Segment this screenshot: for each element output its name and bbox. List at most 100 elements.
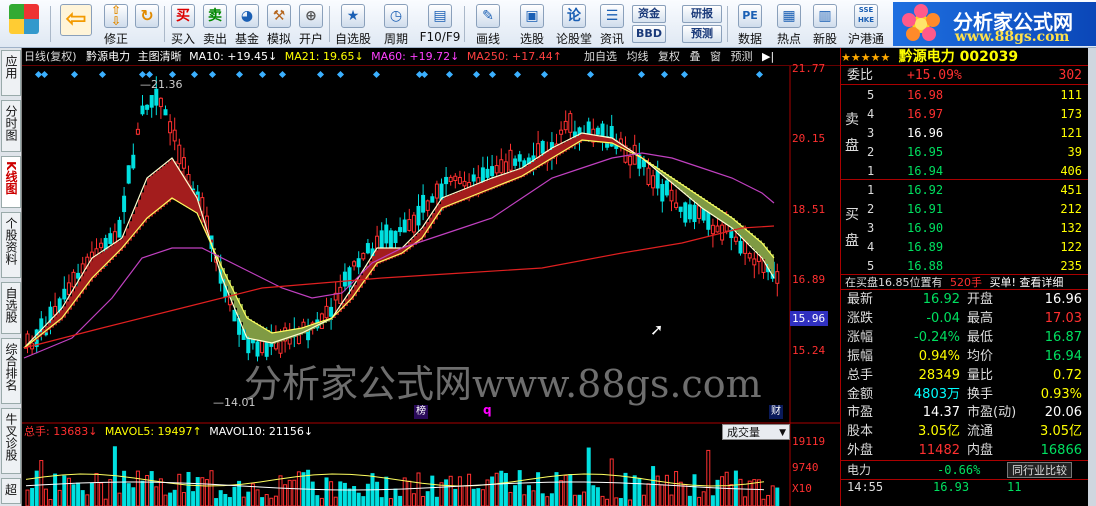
tab-intraday[interactable]: 分时图 <box>1 100 21 152</box>
event-diamond-icon[interactable] <box>168 70 177 79</box>
event-diamond-icon[interactable] <box>235 70 244 79</box>
event-diamond-icon[interactable] <box>372 70 381 79</box>
hk-connect-button[interactable]: SSE HKE 沪港通 <box>844 2 888 46</box>
period-button[interactable]: ◷ 周期 <box>376 2 416 46</box>
event-diamond-icon[interactable] <box>513 70 522 79</box>
tab-diagnosis[interactable]: 牛叉诊股 <box>1 408 21 474</box>
volume-bar <box>467 473 472 506</box>
right-scrollbar[interactable] <box>1088 48 1096 506</box>
event-diamond-icon[interactable] <box>278 70 287 79</box>
candle-body <box>384 224 389 244</box>
fix-button[interactable]: ⇧ ⇩ 修正 <box>100 2 132 46</box>
candle-body <box>411 214 416 233</box>
event-diamond-icon[interactable] <box>540 70 549 79</box>
event-diamond-icon[interactable] <box>637 70 646 79</box>
event-diamond-icon[interactable] <box>145 70 154 79</box>
volume-bar <box>421 495 426 506</box>
sell-button[interactable]: 卖 卖出 <box>200 2 230 46</box>
event-diamond-icon[interactable] <box>208 70 217 79</box>
forum-button[interactable]: 论 论股堂 <box>554 2 594 46</box>
buy-button[interactable]: 买 买入 <box>168 2 198 46</box>
news-button[interactable]: ☰ 资讯 <box>596 2 628 46</box>
volume-bar <box>388 498 393 506</box>
draw-line-button[interactable]: ✎ 画线 <box>468 2 508 46</box>
event-diamond-icon[interactable] <box>755 70 764 79</box>
f10-button[interactable]: ▤ F10/F9 <box>418 2 462 46</box>
event-diamond-icon[interactable] <box>660 70 669 79</box>
candle-body <box>687 204 692 220</box>
new-stock-button[interactable]: ▥ 新股 <box>808 2 842 46</box>
volume-bar <box>434 496 439 506</box>
data-button[interactable]: PE 数据 <box>732 2 768 46</box>
candle-body <box>669 189 674 202</box>
candle-body <box>600 123 605 139</box>
event-diamond-icon[interactable] <box>420 70 429 79</box>
refresh-button[interactable]: ↻ <box>133 2 161 46</box>
candle-body <box>108 233 113 244</box>
candle-body <box>595 127 600 135</box>
volume-bar <box>158 478 163 506</box>
volume-bar <box>743 496 748 506</box>
volume-bar <box>398 495 403 506</box>
candle-body <box>752 258 757 266</box>
finance-marker[interactable]: 财 <box>769 405 783 419</box>
volume-bar <box>715 479 720 506</box>
clock-icon: ◷ <box>384 4 408 28</box>
back-button[interactable]: ⇦ <box>58 2 94 46</box>
event-diamond-icon[interactable] <box>258 70 267 79</box>
ribbon-segment <box>177 166 180 202</box>
volume-bar <box>365 483 370 506</box>
home-grid-icon <box>9 4 39 34</box>
order-ratio-row: 委比 +15.09% 302 <box>841 66 1088 85</box>
simulate-button[interactable]: ⚒ 模拟 <box>264 2 294 46</box>
volume-bar <box>66 477 71 506</box>
tab-ranking[interactable]: 综合排名 <box>1 338 21 404</box>
candle-body <box>172 129 177 142</box>
event-diamond-icon[interactable] <box>488 70 497 79</box>
volume-bar <box>273 495 278 506</box>
event-diamond-icon[interactable] <box>98 70 107 79</box>
watchlist-button[interactable]: ★ 自选股 <box>333 2 373 46</box>
event-diamond-icon[interactable] <box>190 70 199 79</box>
buy-price: 16.92 <box>907 183 944 197</box>
event-diamond-icon[interactable] <box>138 70 147 79</box>
volume-bar <box>411 493 416 506</box>
hot-button[interactable]: ▦ 热点 <box>772 2 806 46</box>
tab-more[interactable]: 超 <box>1 478 21 504</box>
fund-button[interactable]: ◕ 基金 <box>232 2 262 46</box>
volume-bar <box>237 480 242 506</box>
fund-icon: ◕ <box>235 4 259 28</box>
event-diamond-icon[interactable] <box>40 70 49 79</box>
open-account-button[interactable]: ⊕ 开户 <box>296 2 326 46</box>
volume-bar <box>232 486 237 506</box>
big-order-notice[interactable]: 在买盘16.85位置有 520手 买单! 查看详细 <box>841 275 1088 290</box>
buy-volume: 451 <box>1060 183 1082 197</box>
indicator-select[interactable]: 成交量 ▼ <box>722 424 790 440</box>
kline-chart-panel[interactable]: 日线(复权) 黔源电力 主图清晰 MA10: +19.45↓ MA21: 19.… <box>22 48 840 506</box>
volume-bar <box>347 488 352 506</box>
stock-screen-button[interactable]: ▣ 选股 <box>512 2 552 46</box>
event-diamond-icon[interactable] <box>680 70 689 79</box>
event-diamond-icon[interactable] <box>586 70 595 79</box>
event-diamond-icon[interactable] <box>316 70 325 79</box>
volume-bar <box>163 494 168 506</box>
bbd-button[interactable]: BBD <box>632 25 666 43</box>
tab-stock-profile[interactable]: 个股资料 <box>1 212 21 278</box>
event-diamond-icon[interactable] <box>472 70 481 79</box>
fund-flow-button[interactable]: 资金 <box>632 5 666 23</box>
forecast-button[interactable]: 预测 <box>682 25 722 43</box>
event-diamond-icon[interactable] <box>445 70 454 79</box>
tab-kline[interactable]: K线图 <box>1 156 21 208</box>
candle-body <box>568 113 573 133</box>
volume-bar <box>761 498 766 506</box>
industry-compare-button[interactable]: 同行业比较 <box>1007 462 1072 478</box>
tab-apps[interactable]: 应用 <box>1 50 21 96</box>
home-button[interactable] <box>4 2 44 46</box>
event-diamond-icon[interactable] <box>70 70 79 79</box>
price-axis-label: 18.51 <box>792 203 826 216</box>
research-button[interactable]: 研报 <box>682 5 722 23</box>
flower-logo-icon <box>902 4 940 41</box>
candle-body <box>149 95 154 108</box>
event-diamond-icon[interactable] <box>336 70 345 79</box>
tab-watchlist[interactable]: 自选股 <box>1 282 21 334</box>
